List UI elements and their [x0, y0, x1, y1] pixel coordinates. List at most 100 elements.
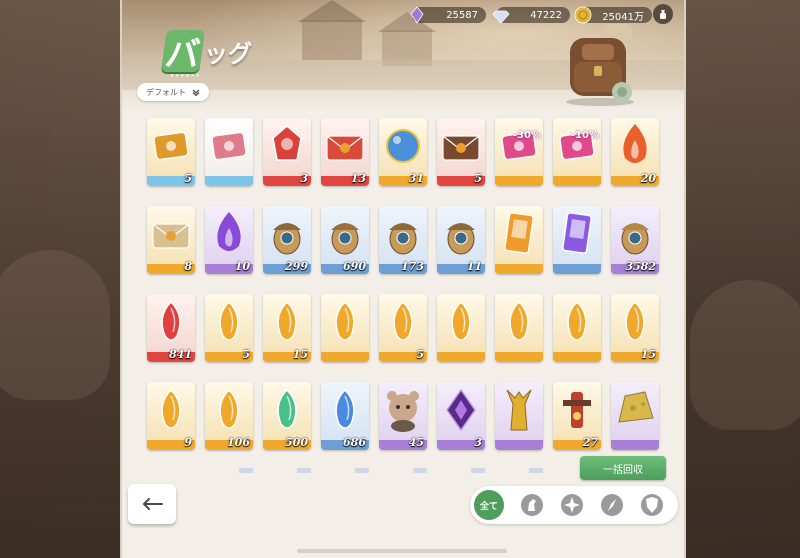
- item-card[interactable]: [495, 382, 543, 450]
- item-card[interactable]: 45: [379, 382, 427, 450]
- item-card[interactable]: 27: [553, 382, 601, 450]
- sort-dropdown[interactable]: デフォルト: [137, 83, 209, 101]
- item-count: 173: [401, 260, 424, 273]
- title-dots: ••••••: [170, 72, 201, 80]
- item-card[interactable]: 15: [263, 294, 311, 362]
- item-count: 3: [474, 436, 482, 449]
- filter-shield-icon[interactable]: [640, 493, 664, 517]
- diamond-icon: [492, 10, 510, 24]
- ghost-character-left: [0, 250, 110, 400]
- cheese-bundle-icon: [618, 391, 654, 423]
- item-count: 8: [184, 260, 192, 273]
- currency-purple-crystal: 25587: [410, 6, 486, 24]
- item-card[interactable]: [553, 206, 601, 274]
- item-count: 27: [582, 436, 598, 449]
- rarity-stripe: [553, 352, 601, 362]
- item-card[interactable]: [321, 294, 369, 362]
- orange-card-icon: [504, 212, 534, 254]
- item-card[interactable]: -30%: [495, 118, 543, 186]
- item-card[interactable]: [495, 206, 543, 274]
- currency-diamond: 47222: [492, 6, 570, 24]
- item-count: 15: [640, 348, 656, 361]
- rarity-stripe: [495, 176, 543, 186]
- item-card[interactable]: 690: [321, 206, 369, 274]
- red-gem-icon: [272, 125, 302, 161]
- item-card[interactable]: 3: [263, 118, 311, 186]
- item-card[interactable]: 299: [263, 206, 311, 274]
- item-card[interactable]: 686: [321, 382, 369, 450]
- red-leaf-gem-icon: [161, 300, 181, 341]
- gold-leaf-gem-icon: [219, 300, 239, 341]
- background-left-art: [0, 0, 122, 558]
- item-card[interactable]: [437, 294, 485, 362]
- rarity-stripe: [495, 440, 543, 450]
- rarity-stripe: [437, 352, 485, 362]
- item-card[interactable]: 106: [205, 382, 253, 450]
- item-card[interactable]: 3: [437, 382, 485, 450]
- title-text: ッグ: [204, 38, 252, 68]
- page-title: バ ッグ: [161, 30, 252, 75]
- gold-leaf-gem-icon: [451, 300, 471, 341]
- chevron-down-icon: [192, 89, 200, 96]
- item-card[interactable]: 5: [147, 118, 195, 186]
- item-count: 20: [640, 172, 656, 185]
- green-leaf-gem-icon: [277, 388, 297, 429]
- discount-label: -30%: [512, 130, 541, 141]
- item-card[interactable]: 13: [321, 118, 369, 186]
- purple-card-icon: [562, 212, 592, 254]
- item-card[interactable]: 8: [147, 206, 195, 274]
- ghost-character-right: [690, 280, 800, 430]
- item-count: 3: [300, 172, 308, 185]
- item-card[interactable]: [205, 118, 253, 186]
- rarity-stripe: [321, 352, 369, 362]
- filter-star-icon[interactable]: [560, 493, 584, 517]
- item-card[interactable]: [553, 294, 601, 362]
- item-card[interactable]: 5: [437, 118, 485, 186]
- filter-horse-icon[interactable]: [520, 493, 544, 517]
- item-card[interactable]: [611, 382, 659, 450]
- item-card[interactable]: 20: [611, 118, 659, 186]
- ticket-gold-icon: [153, 131, 189, 161]
- filter-bar: 全て: [470, 486, 678, 524]
- envelope-gift-icon: [326, 135, 364, 161]
- filter-compass-icon[interactable]: [600, 493, 624, 517]
- scroll-indicator[interactable]: [297, 549, 507, 553]
- bag-panel: バ ッグ •••••• デフォルト 25587 47222 25041万 5 3…: [120, 0, 686, 558]
- back-button[interactable]: [128, 484, 176, 524]
- rarity-stripe: [495, 352, 543, 362]
- gold-leaf-gem-icon: [277, 300, 297, 341]
- item-card[interactable]: 3582: [611, 206, 659, 274]
- item-card[interactable]: 173: [379, 206, 427, 274]
- item-card[interactable]: 15: [611, 294, 659, 362]
- item-card[interactable]: [495, 294, 543, 362]
- gold-leaf-gem-icon: [219, 388, 239, 429]
- item-card[interactable]: 31: [379, 118, 427, 186]
- item-card[interactable]: 9: [147, 382, 195, 450]
- item-count: 10: [234, 260, 250, 273]
- item-count: 13: [350, 172, 366, 185]
- gold-leaf-gem-icon: [393, 300, 413, 341]
- item-card[interactable]: 10: [205, 206, 253, 274]
- item-count: 31: [408, 172, 424, 185]
- bag-info-button[interactable]: [653, 4, 673, 24]
- title-badge: バ: [161, 30, 205, 75]
- item-count: 5: [242, 348, 250, 361]
- item-card[interactable]: 5: [379, 294, 427, 362]
- item-card[interactable]: -10%: [553, 118, 601, 186]
- item-count: 9: [184, 436, 192, 449]
- acorn-plain-icon: [621, 223, 649, 255]
- gold-leaf-gem-icon: [567, 300, 587, 341]
- item-card[interactable]: 5: [205, 294, 253, 362]
- filter-all-button[interactable]: 全て: [474, 490, 504, 520]
- item-card[interactable]: 500: [263, 382, 311, 450]
- item-count: 45: [408, 436, 424, 449]
- collect-all-button[interactable]: 一括回収: [580, 456, 666, 480]
- blue-orb-icon: [386, 129, 420, 163]
- item-count: 106: [227, 436, 250, 449]
- item-card[interactable]: 841: [147, 294, 195, 362]
- rarity-stripe: [495, 264, 543, 274]
- rarity-stripe: [205, 176, 253, 186]
- item-card[interactable]: 11: [437, 206, 485, 274]
- flame-crest-icon: [623, 124, 647, 163]
- item-count: 690: [343, 260, 366, 273]
